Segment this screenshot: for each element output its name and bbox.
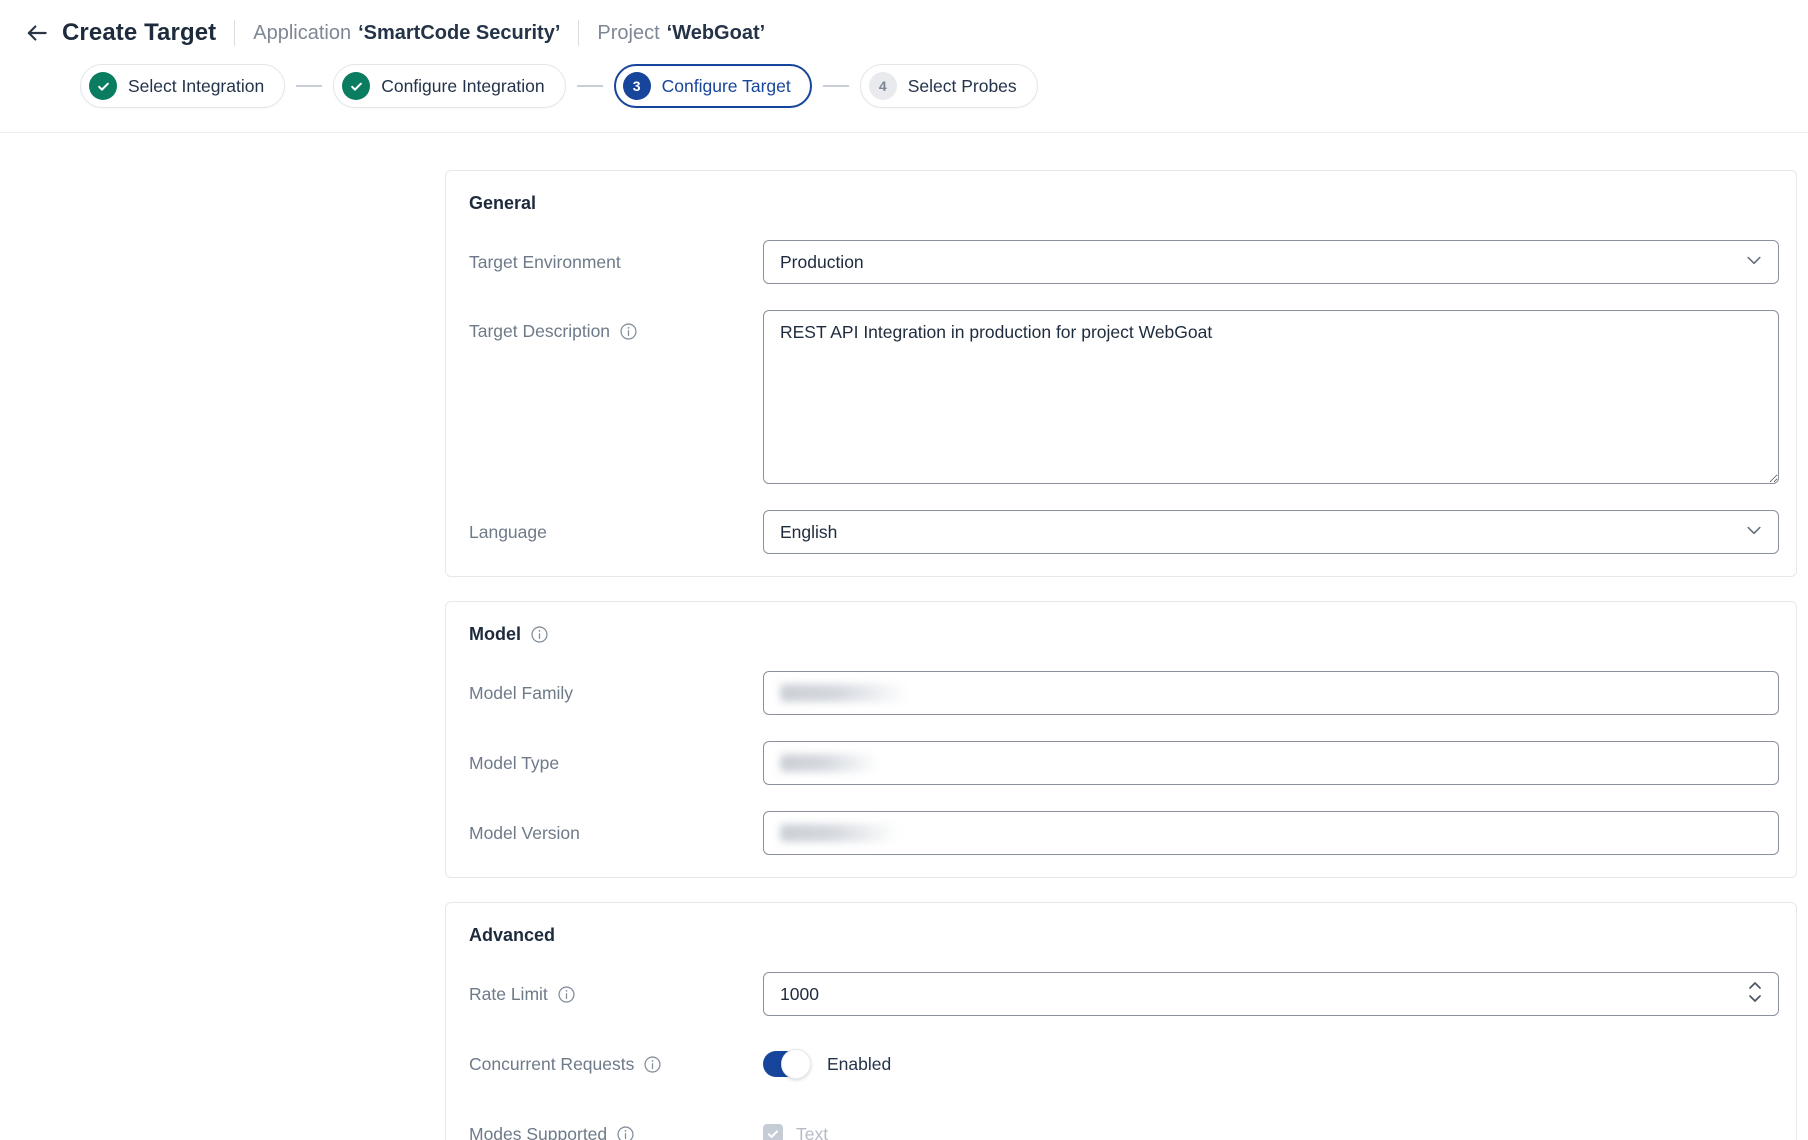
toggle-knob [781, 1049, 811, 1079]
target-environment-label: Target Environment [469, 252, 763, 273]
mode-text-label: Text [796, 1124, 828, 1140]
language-value: English [780, 522, 837, 543]
info-icon[interactable] [557, 985, 576, 1004]
info-icon[interactable] [619, 322, 638, 341]
concurrent-requests-label: Concurrent Requests [469, 1054, 763, 1075]
rate-limit-input[interactable]: 1000 [763, 972, 1779, 1016]
target-environment-value: Production [780, 252, 864, 273]
modes-supported-row: Modes Supported Text [469, 1112, 1777, 1140]
step-label: Configure Integration [381, 76, 544, 97]
advanced-section-title: Advanced [469, 925, 555, 946]
modes-supported-cell: Text [763, 1124, 1777, 1140]
info-icon[interactable] [530, 625, 549, 644]
step-number-badge: 4 [869, 72, 897, 100]
back-button[interactable] [20, 16, 54, 50]
step-number-badge: 3 [623, 72, 651, 100]
model-type-row: Model Type [469, 741, 1777, 785]
step-configure-target[interactable]: 3 Configure Target [614, 64, 812, 108]
wizard-stepper: Select Integration Configure Integration… [80, 64, 1784, 108]
language-select[interactable]: English [763, 510, 1779, 554]
rate-limit-label: Rate Limit [469, 984, 763, 1005]
concurrent-requests-row: Concurrent Requests Enabled [469, 1042, 1777, 1086]
checkbox-check-icon [766, 1127, 780, 1140]
model-section-title: Model [469, 624, 521, 645]
breadcrumb-value: ‘SmartCode Security’ [358, 22, 560, 45]
concurrent-requests-toggle[interactable] [763, 1051, 809, 1077]
create-target-form: General Target Environment Production Ta… [0, 133, 1808, 1140]
general-section-title: General [469, 193, 536, 214]
mode-text-checkbox[interactable] [763, 1124, 783, 1140]
step-complete-check-icon [89, 72, 117, 100]
step-select-integration[interactable]: Select Integration [80, 64, 285, 108]
arrow-left-icon [24, 20, 50, 46]
step-label: Configure Target [662, 76, 791, 97]
step-connector [296, 85, 322, 87]
model-version-label: Model Version [469, 823, 763, 844]
redacted-value [780, 754, 878, 772]
breadcrumb-prefix: Application [253, 22, 351, 45]
general-section-card: General Target Environment Production Ta… [445, 170, 1797, 577]
breadcrumb-application: Application ‘SmartCode Security’ [253, 22, 560, 45]
number-stepper-icon[interactable] [1746, 978, 1764, 1011]
model-version-row: Model Version [469, 811, 1777, 855]
step-label: Select Integration [128, 76, 264, 97]
target-description-row: Target Description REST API Integration … [469, 310, 1777, 484]
step-connector [577, 85, 603, 87]
model-type-label: Model Type [469, 753, 763, 774]
step-complete-check-icon [342, 72, 370, 100]
breadcrumb-prefix: Project [597, 22, 659, 45]
breadcrumb-project: Project ‘WebGoat’ [597, 22, 765, 45]
redacted-value [780, 824, 898, 842]
advanced-section-card: Advanced Rate Limit 1000 Concurrent Requ… [445, 902, 1797, 1140]
concurrent-requests-cell: Enabled [763, 1051, 1777, 1077]
modes-supported-label: Modes Supported [469, 1124, 763, 1140]
rate-limit-value: 1000 [780, 984, 819, 1005]
breadcrumb-value: ‘WebGoat’ [667, 22, 766, 45]
target-description-textarea[interactable]: REST API Integration in production for p… [763, 310, 1779, 484]
header-divider [234, 20, 235, 46]
model-family-label: Model Family [469, 683, 763, 704]
target-environment-row: Target Environment Production [469, 240, 1777, 284]
chevron-down-icon [1744, 520, 1764, 545]
rate-limit-row: Rate Limit 1000 [469, 972, 1777, 1016]
model-section-card: Model Model Family Model Type Model Ver [445, 601, 1797, 878]
model-version-input[interactable] [763, 811, 1779, 855]
model-family-input[interactable] [763, 671, 1779, 715]
step-label: Select Probes [908, 76, 1017, 97]
header-divider [578, 20, 579, 46]
chevron-down-icon [1744, 250, 1764, 275]
info-icon[interactable] [643, 1055, 662, 1074]
target-description-label: Target Description [469, 310, 763, 342]
page-header: Create Target Application ‘SmartCode Sec… [0, 0, 1808, 133]
redacted-value [780, 684, 908, 702]
page-title: Create Target [62, 19, 216, 47]
step-select-probes[interactable]: 4 Select Probes [860, 64, 1038, 108]
header-top-row: Create Target Application ‘SmartCode Sec… [20, 16, 1784, 50]
model-family-row: Model Family [469, 671, 1777, 715]
step-configure-integration[interactable]: Configure Integration [333, 64, 565, 108]
target-environment-select[interactable]: Production [763, 240, 1779, 284]
info-icon[interactable] [616, 1125, 635, 1140]
model-type-input[interactable] [763, 741, 1779, 785]
language-label: Language [469, 522, 763, 543]
language-row: Language English [469, 510, 1777, 554]
step-connector [823, 85, 849, 87]
toggle-state-text: Enabled [827, 1054, 891, 1075]
